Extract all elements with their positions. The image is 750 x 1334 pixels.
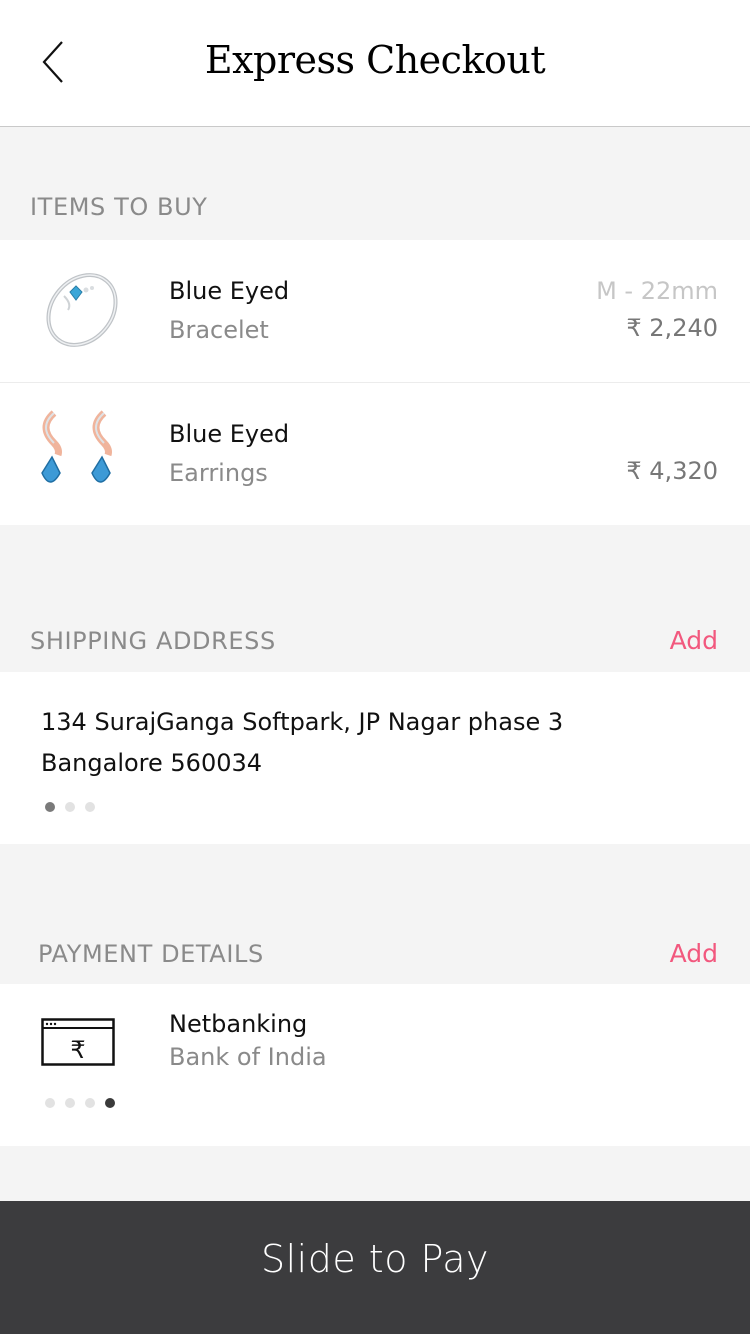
payment-section-label: PAYMENT DETAILS bbox=[38, 940, 264, 968]
payment-method: Netbanking bbox=[169, 1010, 308, 1038]
cart-item-earrings[interactable]: Blue Eyed Earrings ₹ 4,320 bbox=[0, 382, 750, 525]
add-address-button[interactable]: Add bbox=[670, 626, 718, 655]
payment-bank: Bank of India bbox=[169, 1043, 327, 1071]
address-line-1: 134 SurajGanga Softpark, JP Nagar phase … bbox=[41, 708, 564, 736]
item-size: M - 22mm bbox=[596, 277, 718, 305]
item-type: Bracelet bbox=[169, 316, 269, 344]
payment-card[interactable]: ₹ Netbanking Bank of India bbox=[0, 984, 750, 1146]
address-line-2: Bangalore 560034 bbox=[41, 749, 263, 777]
item-price: ₹ 2,240 bbox=[626, 314, 718, 342]
add-payment-button[interactable]: Add bbox=[670, 939, 718, 968]
slide-to-pay-bar[interactable]: Slide to Pay bbox=[0, 1201, 750, 1334]
pager-dot bbox=[45, 1098, 55, 1108]
svg-text:₹: ₹ bbox=[70, 1036, 85, 1064]
item-price: ₹ 4,320 bbox=[626, 457, 718, 485]
pager-dot bbox=[85, 802, 95, 812]
item-name: Blue Eyed bbox=[169, 420, 290, 448]
item-name: Blue Eyed bbox=[169, 277, 290, 305]
items-section-label: ITEMS TO BUY bbox=[30, 193, 208, 221]
earrings-thumbnail bbox=[41, 410, 112, 483]
pager-dot bbox=[105, 1098, 115, 1108]
netbanking-rupee-icon: ₹ bbox=[41, 1018, 115, 1066]
bracelet-thumbnail bbox=[46, 273, 118, 347]
address-card[interactable]: 134 SurajGanga Softpark, JP Nagar phase … bbox=[0, 672, 750, 844]
payment-pager[interactable] bbox=[45, 1098, 115, 1108]
address-pager[interactable] bbox=[45, 802, 95, 812]
shipping-section-label: SHIPPING ADDRESS bbox=[30, 627, 276, 655]
slide-to-pay-label: Slide to Pay bbox=[260, 1237, 490, 1281]
item-type: Earrings bbox=[169, 459, 268, 487]
pager-dot bbox=[45, 802, 55, 812]
pager-dot bbox=[65, 1098, 75, 1108]
page-title: Express Checkout bbox=[204, 38, 546, 82]
app-header: Express Checkout bbox=[0, 0, 750, 127]
pager-dot bbox=[65, 802, 75, 812]
pager-dot bbox=[85, 1098, 95, 1108]
cart-item-bracelet[interactable]: Blue Eyed Bracelet M - 22mm ₹ 2,240 bbox=[0, 240, 750, 382]
